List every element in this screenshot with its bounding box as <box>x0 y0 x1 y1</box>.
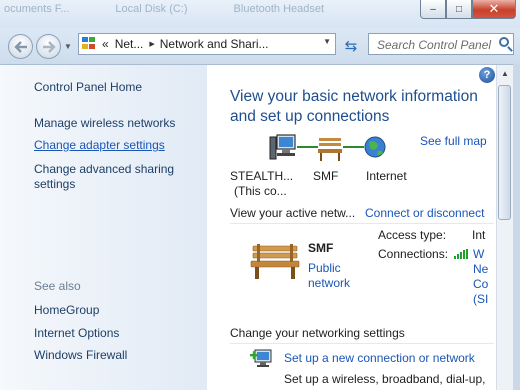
public-network-bench-icon <box>250 244 300 279</box>
see-full-map-link[interactable]: See full map <box>420 134 487 148</box>
ghost-title: Bluetooth Headset <box>233 3 325 15</box>
active-networks-heading: View your active netw... <box>230 206 356 220</box>
help-button[interactable]: ? <box>479 67 495 83</box>
breadcrumb-separator-icon[interactable]: ▶ <box>149 40 154 48</box>
network-map <box>269 134 386 161</box>
internet-options-link[interactable]: Internet Options <box>34 326 119 341</box>
background-window-titles: ocuments F... Local Disk (C:) Bluetooth He… <box>0 0 404 28</box>
address-dropdown-icon[interactable]: ▼ <box>323 37 331 46</box>
change-advanced-sharing-link[interactable]: Change advanced sharing settings <box>34 162 194 192</box>
search-input[interactable] <box>375 35 495 55</box>
see-also-heading: See also <box>34 279 81 293</box>
bench-icon <box>318 138 342 161</box>
vertical-scrollbar[interactable]: ▲ <box>496 65 513 390</box>
forward-arrow-icon <box>42 40 56 53</box>
network-name: SMF <box>308 241 334 255</box>
new-connection-icon <box>250 349 272 367</box>
search-box[interactable] <box>368 33 514 55</box>
scroll-up-icon[interactable]: ▲ <box>497 65 513 82</box>
change-adapter-settings-link[interactable]: Change adapter settings <box>34 138 165 153</box>
help-icon: ? <box>483 69 491 81</box>
minimize-icon: – <box>430 3 436 15</box>
ghost-title: ocuments F... <box>4 3 70 15</box>
setup-new-connection-link[interactable]: Set up a new connection or network <box>284 351 475 365</box>
main-content: ? View your basic network information an… <box>207 65 496 390</box>
globe-icon <box>364 136 386 158</box>
computer-sub-label: (This co... <box>234 184 287 198</box>
breadcrumb-network-sharing[interactable]: Network and Shari... <box>160 37 269 51</box>
connections-label: Connections: <box>378 247 449 261</box>
back-button[interactable] <box>8 34 33 59</box>
maximize-button[interactable]: □ <box>446 0 472 19</box>
search-icon[interactable] <box>499 37 509 47</box>
scroll-thumb[interactable] <box>498 85 511 220</box>
address-overflow[interactable]: « <box>102 37 109 51</box>
window-frame <box>513 64 520 390</box>
map-network-label: SMF <box>313 169 339 183</box>
back-arrow-icon <box>13 40 27 53</box>
forward-button[interactable] <box>36 34 61 59</box>
computer-name-label: STEALTH... <box>230 169 294 183</box>
control-panel-icon <box>82 37 98 51</box>
control-panel-home-link[interactable]: Control Panel Home <box>34 80 142 95</box>
page-title: View your basic network information and … <box>230 88 478 125</box>
network-category-link[interactable]: Public network <box>308 261 368 291</box>
left-task-pane: Control Panel Home Manage wireless netwo… <box>0 65 207 390</box>
signal-strength-icon <box>454 249 468 259</box>
access-type-value: Int <box>472 228 486 242</box>
change-settings-heading: Change your networking settings <box>230 326 405 340</box>
refresh-button[interactable]: ⇆ <box>338 34 364 58</box>
connection-link-line1[interactable]: W <box>473 247 484 261</box>
address-bar[interactable]: « Net... ▶ Network and Shari... ▼ <box>78 33 336 55</box>
connection-link-line4[interactable]: (SI <box>473 292 488 306</box>
title-bar: ocuments F... Local Disk (C:) Bluetooth He… <box>0 0 520 28</box>
connection-link-line3[interactable]: Co <box>473 277 488 291</box>
refresh-icon: ⇆ <box>344 38 358 55</box>
window-controls: – □ ✕ <box>420 0 516 20</box>
ghost-title: Local Disk (C:) <box>115 3 188 15</box>
recent-pages-dropdown[interactable]: ▼ <box>64 42 72 51</box>
close-icon: ✕ <box>488 1 500 16</box>
divider <box>230 223 494 224</box>
access-type-label: Access type: <box>378 228 447 242</box>
manage-wireless-networks-link[interactable]: Manage wireless networks <box>34 116 175 131</box>
homegroup-link[interactable]: HomeGroup <box>34 303 99 318</box>
navigation-bar: ▼ « Net... ▶ Network and Shari... ▼ ⇆ <box>0 28 520 65</box>
windows-firewall-link[interactable]: Windows Firewall <box>34 348 127 363</box>
minimize-button[interactable]: – <box>420 0 446 19</box>
map-internet-label: Internet <box>366 169 407 183</box>
breadcrumb-network[interactable]: Net... <box>115 37 144 51</box>
computer-icon <box>269 134 296 160</box>
setup-description: Set up a wireless, broadband, dial-up, <box>284 372 486 386</box>
maximize-icon: □ <box>455 3 463 15</box>
close-button[interactable]: ✕ <box>472 0 516 19</box>
connection-link-line2[interactable]: Ne <box>473 262 488 276</box>
divider <box>230 343 494 344</box>
connect-disconnect-link[interactable]: Connect or disconnect <box>365 206 484 220</box>
